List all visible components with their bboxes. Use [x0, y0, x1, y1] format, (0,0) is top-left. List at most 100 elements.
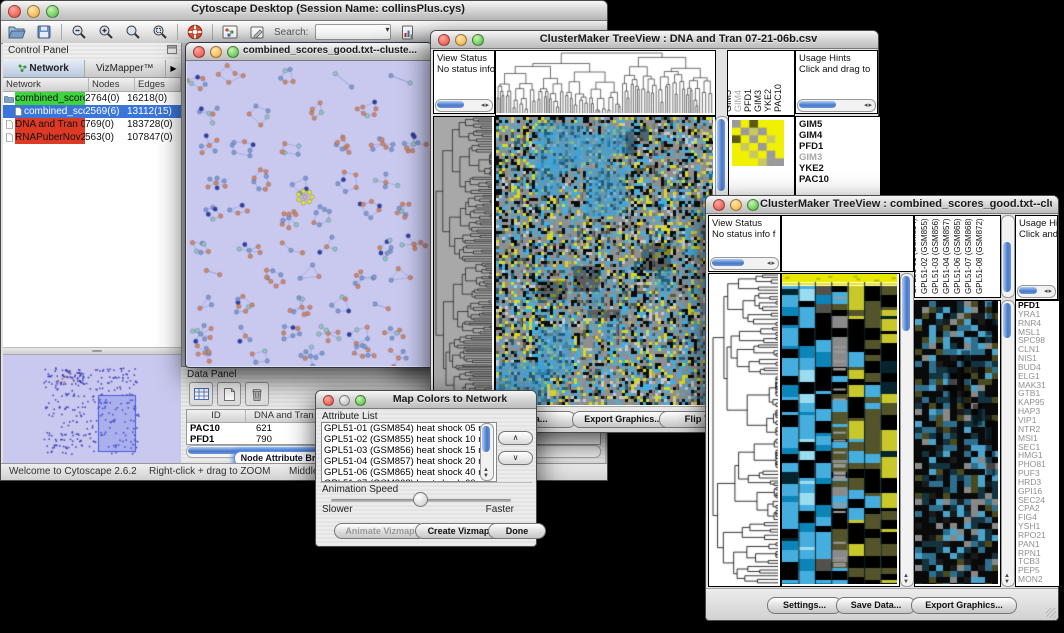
main-titlebar[interactable]: Cytoscape Desktop (Session Name: collins…	[1, 1, 607, 21]
network-canvas[interactable]	[187, 61, 431, 366]
birdseye-icon[interactable]	[220, 23, 240, 41]
save-data-button[interactable]: Save Data...	[836, 597, 916, 614]
zoom-button[interactable]	[472, 34, 484, 46]
zoom-fit-icon[interactable]	[123, 23, 143, 41]
tv2-status-hscrollbar[interactable]: ◂▸	[710, 257, 779, 270]
col-nodes[interactable]: Nodes	[89, 78, 135, 91]
tv1-status-hscrollbar[interactable]: ◂▸	[435, 99, 493, 112]
new-attribute-icon[interactable]	[217, 382, 241, 406]
attribute-item[interactable]: GPL51-02 (GSM855) heat shock 10 min	[324, 434, 496, 445]
minimize-button[interactable]	[339, 395, 350, 406]
zoom-button[interactable]	[747, 199, 759, 211]
dialog-titlebar[interactable]: Map Colors to Network	[316, 391, 536, 409]
move-up-button[interactable]: ∧	[498, 431, 533, 445]
minimize-button[interactable]	[27, 5, 40, 18]
network-row[interactable]: combined_sco 2569(6) 13112(15)	[3, 105, 181, 118]
column-label[interactable]: YKE2	[763, 89, 773, 112]
gene-label[interactable]: YKE2	[799, 163, 880, 174]
attribute-item[interactable]: GPL51-04 (GSM857) heat shock 20 min	[324, 456, 496, 467]
tv1-usage-hscrollbar[interactable]: ◂▸	[797, 99, 876, 112]
col-edges[interactable]: Edges	[135, 78, 181, 91]
tv2-labels-vscrollbar[interactable]	[1001, 215, 1015, 298]
close-button[interactable]	[713, 199, 725, 211]
column-label[interactable]: GIM4	[733, 90, 743, 112]
column-label[interactable]: GPL51-03 (GSM856)	[931, 218, 940, 294]
attribute-select-icon[interactable]	[189, 382, 213, 406]
tv1-heatmap[interactable]	[496, 117, 713, 405]
zoom-out-icon[interactable]	[69, 23, 89, 41]
tv1-titlebar[interactable]: ClusterMaker TreeView : DNA and Tran 07-…	[431, 31, 878, 49]
network-row[interactable]: DNA and Tran 07 769(0) 183728(0)	[3, 118, 181, 131]
report-icon[interactable]	[398, 23, 418, 41]
tv2-row-dendrogram[interactable]	[709, 274, 778, 584]
column-label[interactable]: GPL51-02 (GSM855)	[920, 218, 929, 294]
tv2-mini-vscrollbar[interactable]: ▲▼	[1001, 300, 1015, 587]
gene-label[interactable]: GIM3	[799, 152, 880, 163]
birdseye-canvas[interactable]	[5, 357, 175, 463]
column-label[interactable]: PAC10	[773, 84, 783, 112]
panel-divider[interactable]	[3, 348, 181, 354]
col-id[interactable]: ID	[187, 410, 246, 422]
done-button[interactable]: Done	[488, 523, 546, 539]
treeview2-window: ClusterMaker TreeView : combined_scores_…	[705, 195, 1059, 621]
gene-label[interactable]: MON2	[1018, 575, 1059, 584]
close-button[interactable]	[8, 5, 21, 18]
attribute-item[interactable]: GPL51-06 (GSM865) heat shock 40 min	[324, 467, 496, 478]
column-label[interactable]: GPL51-07 (GSM868)	[964, 218, 973, 294]
help-lifesaver-icon[interactable]	[185, 23, 205, 41]
close-button[interactable]	[438, 34, 450, 46]
gene-label[interactable]: PAC10	[799, 174, 880, 185]
tv2-titlebar[interactable]: ClusterMaker TreeView : combined_scores_…	[706, 196, 1058, 214]
export-graphics-button[interactable]: Export Graphics...	[911, 597, 1017, 614]
save-icon[interactable]	[34, 23, 54, 41]
speed-slider-thumb[interactable]	[413, 492, 428, 507]
resize-grip[interactable]	[1046, 608, 1056, 618]
open-file-icon[interactable]	[7, 23, 27, 41]
tv2-usage-hscrollbar[interactable]: ◂▸	[1017, 285, 1056, 298]
close-button[interactable]	[323, 395, 334, 406]
tv1-mini-heatmap[interactable]	[732, 120, 784, 166]
settings-button[interactable]: Settings...	[767, 597, 842, 614]
tv2-heatmap[interactable]	[782, 274, 897, 584]
float-panel-icon[interactable]	[167, 45, 177, 57]
column-label[interactable]: GPL51-08 (GSM872)	[975, 218, 984, 294]
search-dropdown-icon[interactable]: ▾	[385, 25, 389, 34]
delete-attribute-icon[interactable]	[245, 382, 269, 406]
minimize-button[interactable]	[455, 34, 467, 46]
birdseye-overview[interactable]	[3, 354, 181, 467]
attribute-item[interactable]: GPL51-01 (GSM854) heat shock 05 min	[324, 423, 496, 434]
column-label[interactable]: GPL51-04 (GSM857)	[942, 218, 951, 294]
search-input[interactable]: ▾	[315, 24, 391, 40]
tv2-heatmap-pane	[781, 273, 900, 587]
network-name: combined_sco	[24, 105, 85, 118]
move-down-button[interactable]: ∨	[498, 451, 533, 465]
tv2-mini-heatmap[interactable]	[915, 301, 998, 584]
column-label[interactable]: GPL51-01 (GSM854)	[914, 218, 918, 294]
annotation-icon[interactable]	[247, 23, 267, 41]
zoom-selected-icon[interactable]	[150, 23, 170, 41]
column-label[interactable]: GPL51-06 (GSM865)	[953, 218, 962, 294]
column-label[interactable]: GIM3	[753, 90, 763, 112]
col-network[interactable]: Network	[3, 78, 89, 91]
minimize-button[interactable]	[210, 46, 222, 58]
zoom-in-icon[interactable]	[96, 23, 116, 41]
animate-vizmap-button[interactable]: Animate Vizmap	[334, 523, 426, 539]
gene-label[interactable]: GIM5	[799, 119, 880, 130]
tab-overflow-arrow[interactable]: ▶	[166, 60, 181, 77]
network-row[interactable]: combined_scores 2764(0) 16218(0)	[3, 92, 181, 105]
tv1-row-dendrogram[interactable]	[434, 117, 492, 405]
gene-label[interactable]: GIM4	[799, 130, 880, 141]
column-label[interactable]: PFD1	[743, 89, 753, 112]
tab-network[interactable]: Network	[3, 60, 85, 77]
tab-vizmapper[interactable]: VizMapper™	[85, 60, 167, 77]
tv2-heatmap-vscrollbar[interactable]: ▲▼	[900, 273, 914, 587]
minimize-button[interactable]	[730, 199, 742, 211]
attribute-list-vscrollbar[interactable]: ▲▼	[480, 423, 494, 481]
zoom-button[interactable]	[355, 395, 366, 406]
tv1-column-dendrogram[interactable]	[496, 51, 713, 113]
close-button[interactable]	[193, 46, 205, 58]
net1-titlebar[interactable]: combined_scores_good.txt--cluste...	[186, 43, 432, 61]
gene-label[interactable]: PFD1	[799, 141, 880, 152]
network-row[interactable]: RNAPuberNov2+ 563(0) 107847(0)	[3, 131, 181, 144]
attribute-item[interactable]: GPL51-03 (GSM856) heat shock 15 min	[324, 445, 496, 456]
